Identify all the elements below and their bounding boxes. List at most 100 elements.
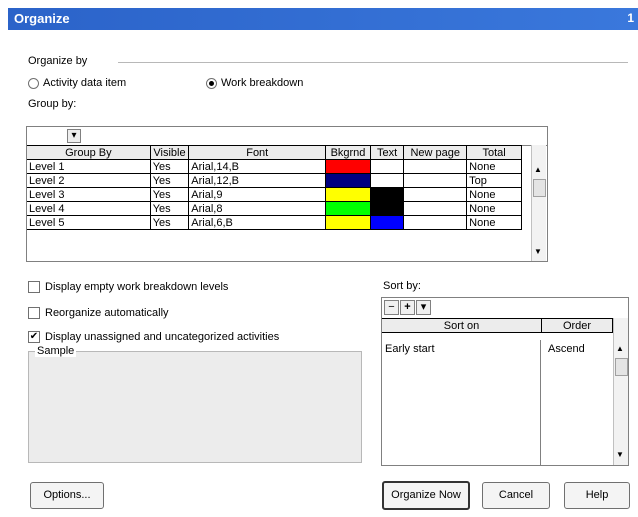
cell-visible[interactable]: Yes [149,173,190,188]
table-row[interactable]: Level 4 Yes Arial,8 None [27,201,522,216]
cell-bkgrnd[interactable] [325,173,371,188]
cell-text-color[interactable] [369,187,405,202]
group-by-label: Group by: [28,98,77,110]
scroll-thumb[interactable] [615,358,628,376]
cell-new-page[interactable] [403,215,468,230]
organize-now-button[interactable]: Organize Now [382,481,470,510]
option-display-empty-levels[interactable]: Display empty work breakdown levels [28,281,229,294]
column-header-visible[interactable]: Visible [149,145,190,160]
checkbox-icon [28,307,40,320]
scroll-up-icon[interactable]: ▲ [616,344,624,353]
radio-icon [28,77,39,89]
table-row[interactable]: Level 2 Yes Arial,12,B Top [27,173,522,188]
cancel-button[interactable]: Cancel [482,482,550,509]
cell-group[interactable]: Level 4 [27,201,151,216]
checkbox-icon [28,281,40,294]
title-bar: Organize 1 [8,8,638,30]
cell-new-page[interactable] [403,159,468,174]
close-icon[interactable]: 1 [627,11,634,25]
option-label: Display unassigned and uncategorized act… [45,331,280,343]
cell-text-color[interactable] [369,173,405,188]
cell-total[interactable]: None [466,201,522,216]
checkbox-icon: ✔ [28,331,40,344]
table-row[interactable]: Level 3 Yes Arial,9 None [27,187,522,202]
scroll-down-icon[interactable]: ▼ [616,450,624,459]
add-sort-button[interactable]: + [400,300,415,315]
column-header-bkgrnd[interactable]: Bkgrnd [325,145,371,160]
options-button[interactable]: Options... [30,482,104,509]
cell-visible[interactable]: Yes [149,201,190,216]
grid-dropdown-icon[interactable]: ▾ [67,129,81,143]
cell-total[interactable]: None [466,187,522,202]
column-header-new-page[interactable]: New page [403,145,468,160]
cell-group[interactable]: Level 2 [27,173,151,188]
cell-visible[interactable]: Yes [149,159,190,174]
cell-total[interactable]: None [466,215,522,230]
scroll-down-icon[interactable]: ▼ [534,247,542,256]
cell-new-page[interactable] [403,187,468,202]
cell-group[interactable]: Level 3 [27,187,151,202]
column-header-text[interactable]: Text [369,145,405,160]
cell-bkgrnd[interactable] [325,187,371,202]
sort-by-label: Sort by: [383,280,421,292]
sort-column-divider [540,340,541,465]
cell-visible[interactable]: Yes [149,215,190,230]
group-by-table: Group By Visible Font Bkgrnd Text New pa… [27,145,522,230]
column-header-order[interactable]: Order [541,318,613,333]
sort-dropdown-icon[interactable]: ▾ [416,300,431,315]
sort-cell-order[interactable]: Ascend [548,343,585,355]
option-reorganize-automatically[interactable]: Reorganize automatically [28,307,169,320]
sample-group: Sample [28,345,362,463]
group-by-scrollbar[interactable]: ▲ ▼ [531,145,546,261]
cell-text-color[interactable] [369,215,405,230]
cell-total[interactable]: Top [466,173,522,188]
cell-bkgrnd[interactable] [325,215,371,230]
sort-rows-area: Early start Ascend [382,340,612,465]
cell-font[interactable]: Arial,14,B [188,159,327,174]
cell-visible[interactable]: Yes [149,187,190,202]
remove-sort-button[interactable]: − [384,300,399,315]
radio-work-breakdown[interactable]: Work breakdown [206,77,303,89]
grid-edit-row: ▾ [27,127,547,146]
table-row[interactable]: Level 1 Yes Arial,14,B None [27,159,522,174]
sort-toolbar: − + ▾ [384,300,432,315]
column-header-sort-on[interactable]: Sort on [382,318,542,333]
table-row[interactable]: Level 5 Yes Arial,6,B None [27,215,522,230]
option-label: Reorganize automatically [45,307,169,319]
sort-by-scrollbar[interactable]: ▲ ▼ [613,318,628,465]
cell-total[interactable]: None [466,159,522,174]
group-by-header-row: Group By Visible Font Bkgrnd Text New pa… [27,145,522,160]
cell-group[interactable]: Level 5 [27,215,151,230]
scroll-thumb[interactable] [533,179,546,197]
sort-header-row: Sort on Order [382,318,613,333]
sort-by-table: Sort on Order [382,318,613,333]
radio-icon [206,77,217,89]
option-display-unassigned[interactable]: ✔ Display unassigned and uncategorized ac… [28,331,280,344]
cell-bkgrnd[interactable] [325,159,371,174]
cell-text-color[interactable] [369,201,405,216]
cell-font[interactable]: Arial,8 [188,201,327,216]
radio-activity-data-item[interactable]: Activity data item [28,77,126,89]
column-header-group-by[interactable]: Group By [27,145,151,160]
organize-by-label: Organize by [28,55,88,67]
cell-new-page[interactable] [403,173,468,188]
sort-by-grid: − + ▾ Sort on Order Early start Ascend ▲ ▼ [381,297,629,466]
organize-by-divider [118,62,628,63]
cell-group[interactable]: Level 1 [27,159,151,174]
cell-text-color[interactable] [369,159,405,174]
cell-new-page[interactable] [403,201,468,216]
organize-dialog: Organize 1 Organize by Activity data ite… [8,0,638,517]
option-label: Display empty work breakdown levels [45,281,229,293]
column-header-total[interactable]: Total [466,145,522,160]
cell-font[interactable]: Arial,6,B [188,215,327,230]
column-header-font[interactable]: Font [188,145,327,160]
sample-label: Sample [35,345,77,357]
cell-font[interactable]: Arial,12,B [188,173,327,188]
radio-label: Activity data item [43,77,127,89]
sort-cell-sort-on[interactable]: Early start [385,343,435,355]
cell-font[interactable]: Arial,9 [188,187,327,202]
help-button[interactable]: Help [564,482,630,509]
scroll-up-icon[interactable]: ▲ [534,165,542,174]
cell-bkgrnd[interactable] [325,201,371,216]
group-by-grid: ▾ Group By Visible Font Bkgrnd Text New … [26,126,548,262]
